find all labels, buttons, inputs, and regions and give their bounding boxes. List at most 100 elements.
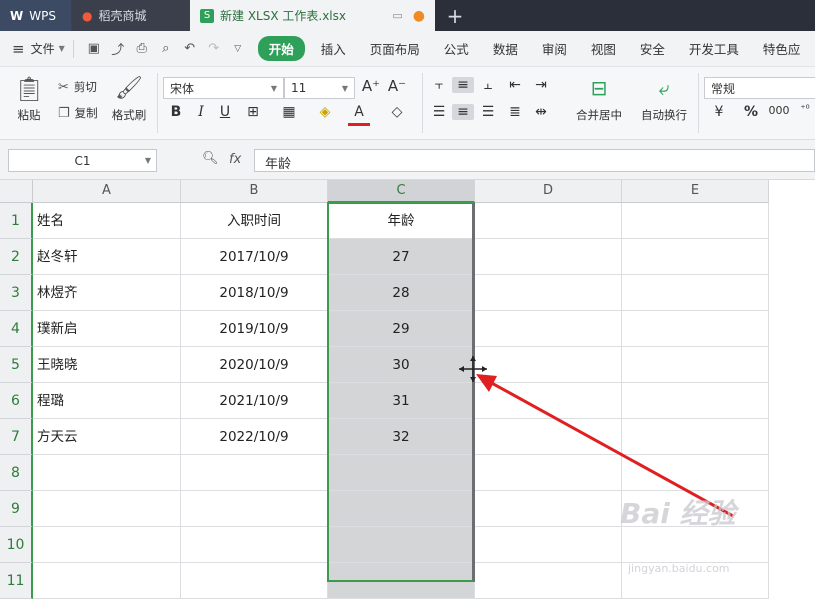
cell-d1[interactable]	[475, 203, 622, 239]
menu-view[interactable]: 视图	[579, 39, 628, 58]
underline-icon[interactable]: U	[214, 104, 236, 120]
eraser-icon[interactable]: ◇	[386, 104, 408, 120]
cell-b2[interactable]: 2017/10/9	[181, 239, 328, 275]
cell-a3[interactable]: 林煜齐	[33, 275, 181, 311]
cell-a2[interactable]: 赵冬轩	[33, 239, 181, 275]
save-icon[interactable]: ▣	[82, 41, 106, 56]
thousands-icon[interactable]: 000	[768, 104, 790, 117]
font-size-select[interactable]: 11 ▼	[284, 77, 355, 99]
align-bottom-icon[interactable]: ⫠	[477, 77, 499, 93]
cell-b7[interactable]: 2022/10/9	[181, 419, 328, 455]
cell-a9[interactable]	[33, 491, 181, 527]
menu-insert[interactable]: 插入	[309, 39, 358, 58]
cell-a8[interactable]	[33, 455, 181, 491]
cut-button[interactable]: ✂ 剪切	[58, 79, 97, 95]
menu-page-layout[interactable]: 页面布局	[358, 39, 432, 58]
row-header[interactable]: 7	[0, 419, 33, 455]
column-header-a[interactable]: A	[33, 180, 181, 203]
cell-e7[interactable]	[622, 419, 769, 455]
cell-e4[interactable]	[622, 311, 769, 347]
row-header[interactable]: 4	[0, 311, 33, 347]
print-icon[interactable]: ⎙	[130, 41, 154, 56]
chevron-down-icon[interactable]: ▼	[59, 44, 65, 53]
distributed-icon[interactable]: ⇹	[530, 104, 552, 120]
cell-a4[interactable]: 璞新启	[33, 311, 181, 347]
row-header[interactable]: 11	[0, 563, 33, 599]
cell-b11[interactable]	[181, 563, 328, 599]
menu-data[interactable]: 数据	[481, 39, 530, 58]
cell-d11[interactable]	[475, 563, 622, 599]
cell-e1[interactable]	[622, 203, 769, 239]
new-tab-button[interactable]: +	[435, 0, 475, 31]
font-color-icon[interactable]: A	[348, 104, 370, 126]
export-icon[interactable]: ⤴	[106, 39, 130, 58]
cell-c4[interactable]: 29	[328, 311, 475, 347]
decrease-font-icon[interactable]: A⁻	[386, 77, 408, 95]
formula-input[interactable]: 年龄	[254, 149, 815, 172]
cell-e8[interactable]	[622, 455, 769, 491]
cell-d8[interactable]	[475, 455, 622, 491]
cell-a6[interactable]: 程璐	[33, 383, 181, 419]
cell-c8[interactable]	[328, 455, 475, 491]
cell-a5[interactable]: 王晓晓	[33, 347, 181, 383]
align-left-icon[interactable]: ☰	[428, 104, 450, 120]
border-icon[interactable]: ⊞	[242, 104, 264, 120]
cell-b9[interactable]	[181, 491, 328, 527]
increase-indent-icon[interactable]: ⇥	[530, 77, 552, 93]
row-header[interactable]: 5	[0, 347, 33, 383]
column-header-b[interactable]: B	[181, 180, 328, 203]
cell-b1[interactable]: 入职时间	[181, 203, 328, 239]
cell-b8[interactable]	[181, 455, 328, 491]
tab-workbook[interactable]: S 新建 XLSX 工作表.xlsx ▭ ●	[190, 0, 435, 31]
align-right-icon[interactable]: ☰	[477, 104, 499, 120]
cell-c10[interactable]	[328, 527, 475, 563]
file-menu[interactable]: 文件	[31, 40, 55, 57]
row-header[interactable]: 1	[0, 203, 33, 239]
percent-icon[interactable]: %	[740, 104, 762, 120]
cell-b3[interactable]: 2018/10/9	[181, 275, 328, 311]
menu-review[interactable]: 审阅	[530, 39, 579, 58]
tab-docer[interactable]: ● 稻壳商城	[72, 0, 190, 31]
menu-features[interactable]: 特色应	[751, 39, 801, 58]
cell-d7[interactable]	[475, 419, 622, 455]
name-box[interactable]: C1 ▼	[8, 149, 157, 172]
wrap-text-button[interactable]: ⤶ 自动换行	[638, 75, 690, 123]
cell-d4[interactable]	[475, 311, 622, 347]
cell-d10[interactable]	[475, 527, 622, 563]
row-header[interactable]: 8	[0, 455, 33, 491]
decrease-indent-icon[interactable]: ⇤	[504, 77, 526, 93]
cell-a10[interactable]	[33, 527, 181, 563]
menu-formula[interactable]: 公式	[432, 39, 481, 58]
cell-style-icon[interactable]: ▦	[278, 104, 300, 120]
menu-security[interactable]: 安全	[628, 39, 677, 58]
tab-wps[interactable]: W WPS	[0, 0, 72, 31]
column-header-c[interactable]: C	[328, 180, 475, 203]
more-icon[interactable]: ▽	[226, 44, 250, 54]
cell-e2[interactable]	[622, 239, 769, 275]
row-header[interactable]: 6	[0, 383, 33, 419]
copy-button[interactable]: ❐ 复制	[58, 105, 98, 121]
cell-e10[interactable]	[622, 527, 769, 563]
column-header-e[interactable]: E	[622, 180, 769, 203]
cell-d2[interactable]	[475, 239, 622, 275]
cell-c11[interactable]	[328, 563, 475, 599]
row-header[interactable]: 9	[0, 491, 33, 527]
row-header[interactable]: 3	[0, 275, 33, 311]
cell-b4[interactable]: 2019/10/9	[181, 311, 328, 347]
zoom-icon[interactable]: 🔍︎	[202, 151, 219, 166]
select-all-corner[interactable]	[0, 180, 33, 203]
cell-c3[interactable]: 28	[328, 275, 475, 311]
row-header[interactable]: 10	[0, 527, 33, 563]
print-preview-icon[interactable]: ⌕	[154, 41, 178, 56]
cell-a1[interactable]: 姓名	[33, 203, 181, 239]
increase-decimal-icon[interactable]: ⁺⁰	[794, 104, 815, 115]
paste-button[interactable]: 📋︎ 粘贴	[10, 75, 48, 123]
cell-e6[interactable]	[622, 383, 769, 419]
cell-c6[interactable]: 31	[328, 383, 475, 419]
currency-icon[interactable]: ¥	[708, 104, 730, 120]
fx-icon[interactable]: fx	[229, 152, 241, 167]
row-header[interactable]: 2	[0, 239, 33, 275]
fill-color-icon[interactable]: ◈	[314, 104, 336, 120]
merge-center-button[interactable]: ⊟ 合并居中	[568, 75, 630, 123]
number-format-select[interactable]: 常规	[704, 77, 815, 99]
